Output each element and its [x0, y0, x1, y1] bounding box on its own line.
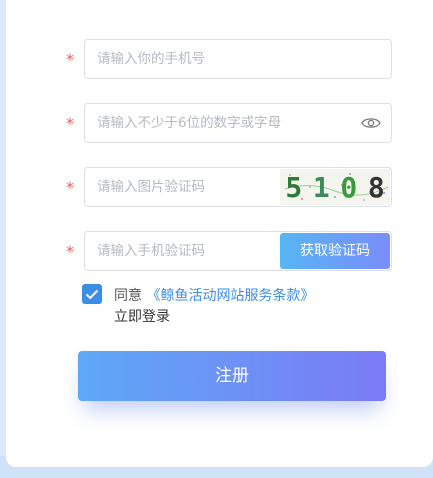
password-input[interactable]: 请输入不少于6位的数字或字母 [84, 103, 392, 143]
sms-code-input[interactable]: 请输入手机验证码 获取验证码 [84, 231, 392, 271]
captcha-input[interactable]: 请输入图片验证码 5 1 0 8 [84, 167, 392, 207]
required-mark: * [66, 178, 74, 197]
eye-icon[interactable] [361, 116, 381, 130]
agree-checkbox[interactable] [82, 284, 102, 304]
phone-input[interactable]: 请输入你的手机号 [84, 39, 392, 79]
register-button[interactable]: 注册 [78, 351, 386, 401]
captcha-placeholder: 请输入图片验证码 [97, 179, 205, 195]
captcha-digit: 0 [340, 170, 358, 204]
captcha-digit: 1 [312, 170, 330, 204]
captcha-digit: 5 [285, 170, 303, 204]
login-link[interactable]: 立即登录 [114, 306, 170, 326]
sms-placeholder: 请输入手机验证码 [97, 243, 205, 259]
required-mark: * [66, 114, 74, 133]
agreement-text: 同意 《鲸鱼活动网站服务条款》 [114, 285, 314, 305]
required-mark: * [66, 50, 74, 69]
get-sms-code-button[interactable]: 获取验证码 [280, 233, 390, 269]
agree-prefix: 同意 [114, 288, 142, 304]
terms-link[interactable]: 《鲸鱼活动网站服务条款》 [146, 288, 314, 304]
required-mark: * [66, 242, 74, 261]
captcha-code: 5 1 0 8 [280, 169, 390, 205]
password-placeholder: 请输入不少于6位的数字或字母 [97, 115, 282, 131]
phone-placeholder: 请输入你的手机号 [97, 51, 205, 67]
captcha-image[interactable]: 5 1 0 8 [280, 169, 390, 205]
captcha-digit: 8 [367, 170, 385, 204]
check-icon [85, 289, 99, 299]
